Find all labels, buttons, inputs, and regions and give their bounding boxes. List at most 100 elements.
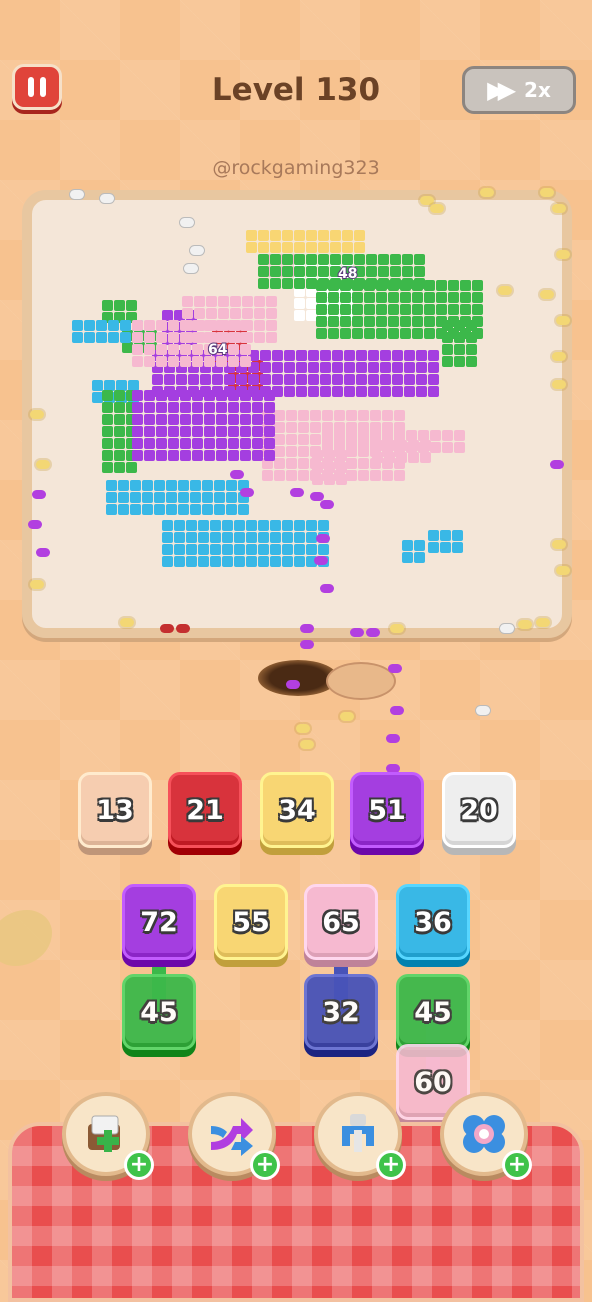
ant [350,628,364,637]
pixel-block [454,344,465,355]
pixel-block [286,458,297,469]
pixel-block [356,374,367,385]
pixel-block [308,374,319,385]
pixel-block [240,414,251,425]
pixel-block [296,374,307,385]
pixel-block [320,374,331,385]
pixel-block [370,446,381,457]
pixel-block [316,292,327,303]
pixel-block [284,386,295,397]
pixel-block [328,304,339,315]
ant [500,624,514,633]
queue-tile[interactable]: 72 [122,884,196,960]
pixel-block [192,438,203,449]
pixel-block [132,450,143,461]
pixel-block [346,422,357,433]
pixel-block [182,308,193,319]
shuffle-booster-button[interactable]: + [188,1092,280,1180]
pixel-block [156,450,167,461]
pixel-block [166,492,177,503]
decorative-leaf [0,910,52,966]
pixel-block [114,438,125,449]
slot-tile[interactable]: 20 [442,772,516,848]
pixel-block [180,344,191,355]
magnet-booster-button[interactable]: + [314,1092,406,1180]
pixel-block [334,458,345,469]
pixel-block [274,470,285,481]
pixel-block [382,434,393,445]
pixel-block [180,414,191,425]
pixel-block [404,350,415,361]
pixel-block [428,542,439,553]
ant [552,204,566,213]
pixel-block [322,422,333,433]
ant [340,712,354,721]
pixel-block [322,458,333,469]
pixel-block [436,316,447,327]
pixel-block [394,410,405,421]
pixel-block [416,374,427,385]
pixel-block [142,492,153,503]
pixel-block [108,320,119,331]
ant [300,640,314,649]
pixel-block [180,332,191,343]
pixel-block [294,242,305,253]
pixel-block [318,278,329,289]
pixel-block [154,504,165,515]
pixel-block [270,230,281,241]
pixel-block [216,426,227,437]
pixel-block [284,362,295,373]
pixel-block [436,328,447,339]
pixel-block [296,350,307,361]
pixel-block [310,446,321,457]
pixel-block [106,504,117,515]
pixel-block [204,414,215,425]
queue-tile[interactable]: 36 [396,884,470,960]
pixel-block [122,342,133,353]
pixel-block [388,304,399,315]
slot-tile[interactable]: 34 [260,772,334,848]
pixel-block [128,380,139,391]
pixel-block [152,374,163,385]
queue-tile[interactable]: 55 [214,884,288,960]
pixel-block [152,386,163,397]
speed-button[interactable]: ▶▶ 2x [462,66,576,114]
pixel-block [156,402,167,413]
pixel-block [334,422,345,433]
pixel-block [382,446,393,457]
slot-tile[interactable]: 13 [78,772,152,848]
pixel-block [192,414,203,425]
pixel-block [452,542,463,553]
pixel-block [376,316,387,327]
slot-tile[interactable]: 21 [168,772,242,848]
pixel-block [382,422,393,433]
pixel-block [258,556,269,567]
pixel-block [228,402,239,413]
pixel-block [192,332,203,343]
pixel-block [240,332,251,343]
ant [36,460,50,469]
pixel-block [192,450,203,461]
pixel-block [356,362,367,373]
pixel-block [392,362,403,373]
pixel-block [242,308,253,319]
pixel-block [118,504,129,515]
pixel-block [240,438,251,449]
queue-tile[interactable]: 65 [304,884,378,960]
pixel-block [428,362,439,373]
flower-booster-button[interactable]: + [440,1092,532,1180]
ant [190,246,204,255]
pixel-block [472,328,483,339]
pixel-block [154,480,165,491]
pixel-block [296,362,307,373]
plus-icon: + [124,1150,154,1180]
pixel-block [424,328,435,339]
add-tray-booster-button[interactable]: + [62,1092,154,1180]
slot-tile[interactable]: 51 [350,772,424,848]
pixel-block [286,434,297,445]
ant [390,706,404,715]
pixel-block [306,298,317,309]
pixel-block [282,544,293,555]
pixel-block [352,304,363,315]
pixel-block [258,230,269,241]
